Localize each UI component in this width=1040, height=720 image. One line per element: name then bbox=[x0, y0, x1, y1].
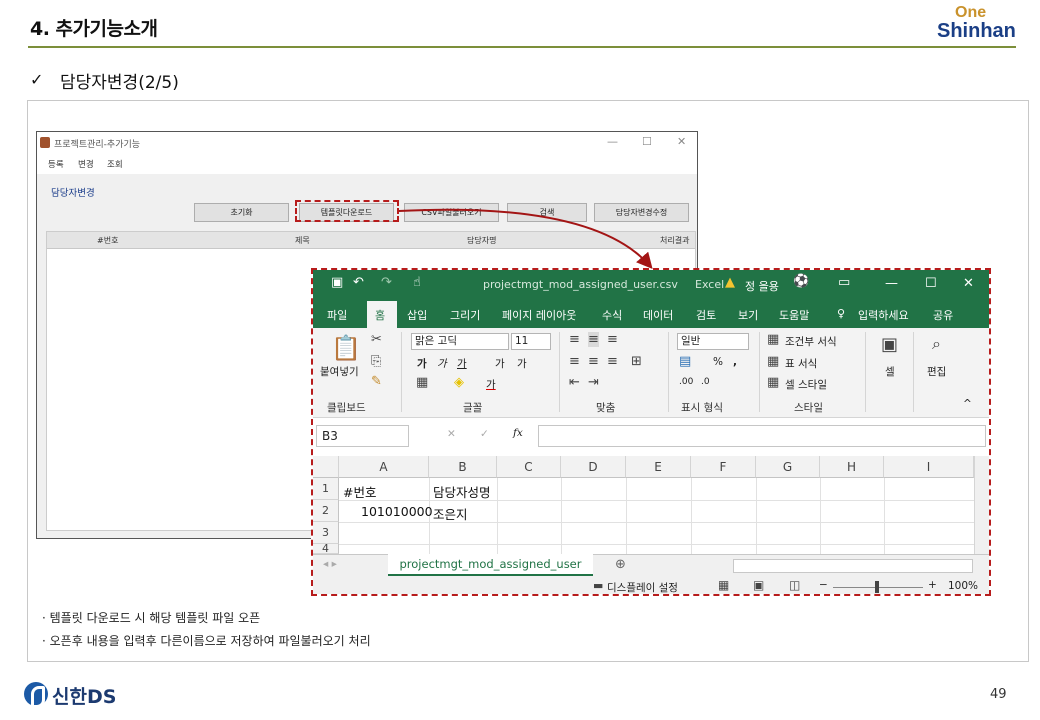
note-item: · 오픈후 내용을 입력후 다른이름으로 저장하여 파일불러오기 처리 bbox=[42, 634, 371, 648]
note-text: 오픈후 내용을 입력후 다른이름으로 저장하여 파일불러오기 처리 bbox=[49, 634, 371, 648]
note-text: 템플릿 다운로드 시 해당 템플릿 파일 오픈 bbox=[49, 611, 261, 625]
page-number: 49 bbox=[990, 687, 1007, 702]
company-logo-text: 신한DS bbox=[52, 686, 117, 708]
company-logo-icon bbox=[24, 682, 48, 708]
note-item: · 템플릿 다운로드 시 해당 템플릿 파일 오픈 bbox=[42, 611, 261, 625]
arrow-path bbox=[398, 208, 653, 270]
